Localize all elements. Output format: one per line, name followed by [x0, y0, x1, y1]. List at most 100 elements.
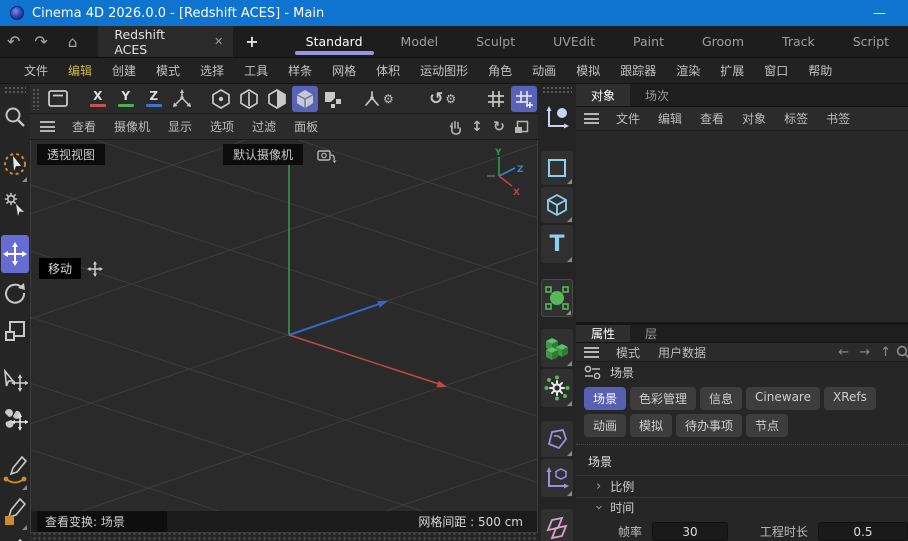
coordinate-system-button[interactable]	[169, 86, 195, 112]
toolbar-grip[interactable]	[32, 88, 39, 110]
menu-tracker[interactable]: 跟踪器	[610, 62, 666, 79]
axis-lock-y-button[interactable]: Y	[113, 86, 139, 112]
section-scale[interactable]: › 比例	[576, 475, 908, 496]
axis-edit-button[interactable]: ⚙	[359, 86, 396, 112]
menu-mode[interactable]: 模式	[146, 62, 190, 79]
vp-menu-display[interactable]: 显示	[159, 118, 201, 135]
cube-primitive-button[interactable]	[541, 187, 573, 223]
menu-extensions[interactable]: 扩展	[710, 62, 754, 79]
spline-volume-tool[interactable]	[2, 533, 28, 541]
parent-up-button[interactable]: ↑	[875, 345, 896, 360]
axis-lock-x-button[interactable]: X	[85, 86, 111, 112]
menu-render[interactable]: 渲染	[666, 62, 710, 79]
spline-primitive-button[interactable]	[541, 151, 573, 185]
timeline-grip[interactable]	[30, 533, 538, 541]
project-box-button[interactable]	[45, 86, 71, 112]
menu-animate[interactable]: 动画	[522, 62, 566, 79]
fragment-mode-button[interactable]	[320, 86, 346, 112]
attr-tab-xrefs[interactable]: XRefs	[824, 387, 876, 410]
layout-tab-uvedit[interactable]: UVEdit	[534, 26, 614, 57]
menu-tools[interactable]: 工具	[234, 62, 278, 79]
tab-layers[interactable]: 层	[630, 325, 672, 342]
spline-pen-tool[interactable]	[2, 493, 28, 531]
layout-tab-model[interactable]: Model	[382, 26, 458, 57]
layout-tab-groom[interactable]: Groom	[683, 26, 763, 57]
menu-file[interactable]: 文件	[14, 62, 58, 79]
search-icon[interactable]	[896, 345, 908, 359]
reset-rotation-button[interactable]: ↺ ⚙	[423, 86, 462, 112]
menu-mograph[interactable]: 运动图形	[410, 62, 478, 79]
viewport-canvas[interactable]: 透视视图 默认摄像机	[30, 140, 538, 533]
menu-create[interactable]: 创建	[102, 62, 146, 79]
undo-button[interactable]: ↶	[0, 26, 27, 57]
layout-tab-track[interactable]: Track	[763, 26, 834, 57]
object-list[interactable]	[576, 131, 908, 322]
attr-menu-mode[interactable]: 模式	[607, 344, 649, 361]
history-forward-button[interactable]: →	[854, 345, 875, 360]
text-primitive-button[interactable]: T	[541, 225, 573, 263]
document-tab[interactable]: Redshift ACES ✕	[98, 26, 233, 57]
snap-grid-button[interactable]	[511, 86, 537, 112]
volume-builder-button[interactable]	[541, 329, 573, 367]
layout-tab-sculpt[interactable]: Sculpt	[457, 26, 534, 57]
deformer-button[interactable]	[541, 421, 573, 457]
menu-edit[interactable]: 编辑	[58, 62, 102, 79]
menu-window[interactable]: 窗口	[754, 62, 798, 79]
menu-spline[interactable]: 样条	[278, 62, 322, 79]
spline-smooth-tool[interactable]	[2, 449, 28, 491]
rotate-view-icon[interactable]: ↻	[488, 119, 510, 135]
menu-character[interactable]: 角色	[478, 62, 522, 79]
attr-tab-info[interactable]: 信息	[700, 387, 742, 410]
subdivision-surface-button[interactable]	[541, 279, 573, 317]
vp-menu-filter[interactable]: 过滤	[243, 118, 285, 135]
tab-attributes[interactable]: 属性	[576, 325, 630, 342]
points-mode-button[interactable]	[208, 86, 234, 112]
add-tab-button[interactable]: +	[233, 26, 270, 57]
dolly-view-icon[interactable]: ↕	[466, 119, 488, 135]
pan-view-icon[interactable]	[444, 119, 466, 135]
fragment-move-tool[interactable]	[2, 401, 28, 437]
scale-tool[interactable]	[2, 313, 28, 349]
attr-menu-userdata[interactable]: 用户数据	[649, 344, 715, 361]
select-move-tool[interactable]	[2, 363, 28, 399]
attr-tab-scene[interactable]: 场景	[584, 387, 626, 410]
camera-switch-icon[interactable]	[317, 147, 337, 163]
model-mode-button[interactable]	[292, 86, 318, 112]
vp-menu-options[interactable]: 选项	[201, 118, 243, 135]
duration-input[interactable]: 0.5	[818, 522, 908, 541]
attr-tab-animation[interactable]: 动画	[584, 414, 626, 437]
move-tool[interactable]	[1, 235, 29, 273]
attr-tab-nodes[interactable]: 节点	[746, 414, 788, 437]
grid-button[interactable]	[483, 86, 509, 112]
rotate-tool[interactable]	[2, 275, 28, 311]
close-tab-icon[interactable]: ✕	[214, 35, 223, 48]
tab-takes[interactable]: 场次	[630, 84, 684, 106]
viewport-menu-icon[interactable]	[40, 121, 55, 132]
vp-menu-panel[interactable]: 面板	[285, 118, 327, 135]
om-menu-view[interactable]: 查看	[691, 110, 733, 127]
rail-grip[interactable]	[4, 86, 26, 95]
toggle-panel-icon[interactable]	[510, 120, 532, 134]
camera-label[interactable]: 默认摄像机	[223, 144, 303, 165]
om-menu-icon[interactable]	[584, 113, 599, 124]
attr-tab-simulation[interactable]: 模拟	[630, 414, 672, 437]
layout-tab-script[interactable]: Script	[834, 26, 908, 57]
vp-menu-cameras[interactable]: 摄像机	[105, 118, 159, 135]
edges-mode-button[interactable]	[236, 86, 262, 112]
section-time[interactable]: › 时间	[576, 497, 908, 518]
minimize-button[interactable]: —	[873, 6, 886, 21]
om-menu-tags[interactable]: 标签	[775, 110, 817, 127]
effector-button[interactable]	[541, 369, 573, 407]
layout-tab-standard[interactable]: Standard	[287, 26, 382, 57]
menu-select[interactable]: 选择	[190, 62, 234, 79]
tweak-tool[interactable]	[2, 185, 28, 223]
live-selection-tool[interactable]	[2, 145, 28, 183]
menu-simulate[interactable]: 模拟	[566, 62, 610, 79]
home-icon[interactable]: ⌂	[61, 26, 85, 57]
instance-button[interactable]	[541, 509, 573, 541]
axis-lock-z-button[interactable]: Z	[141, 86, 167, 112]
om-menu-objects[interactable]: 对象	[733, 110, 775, 127]
attr-tab-cineware[interactable]: Cineware	[746, 387, 820, 410]
om-menu-file[interactable]: 文件	[607, 110, 649, 127]
attr-tab-color-management[interactable]: 色彩管理	[630, 387, 696, 410]
